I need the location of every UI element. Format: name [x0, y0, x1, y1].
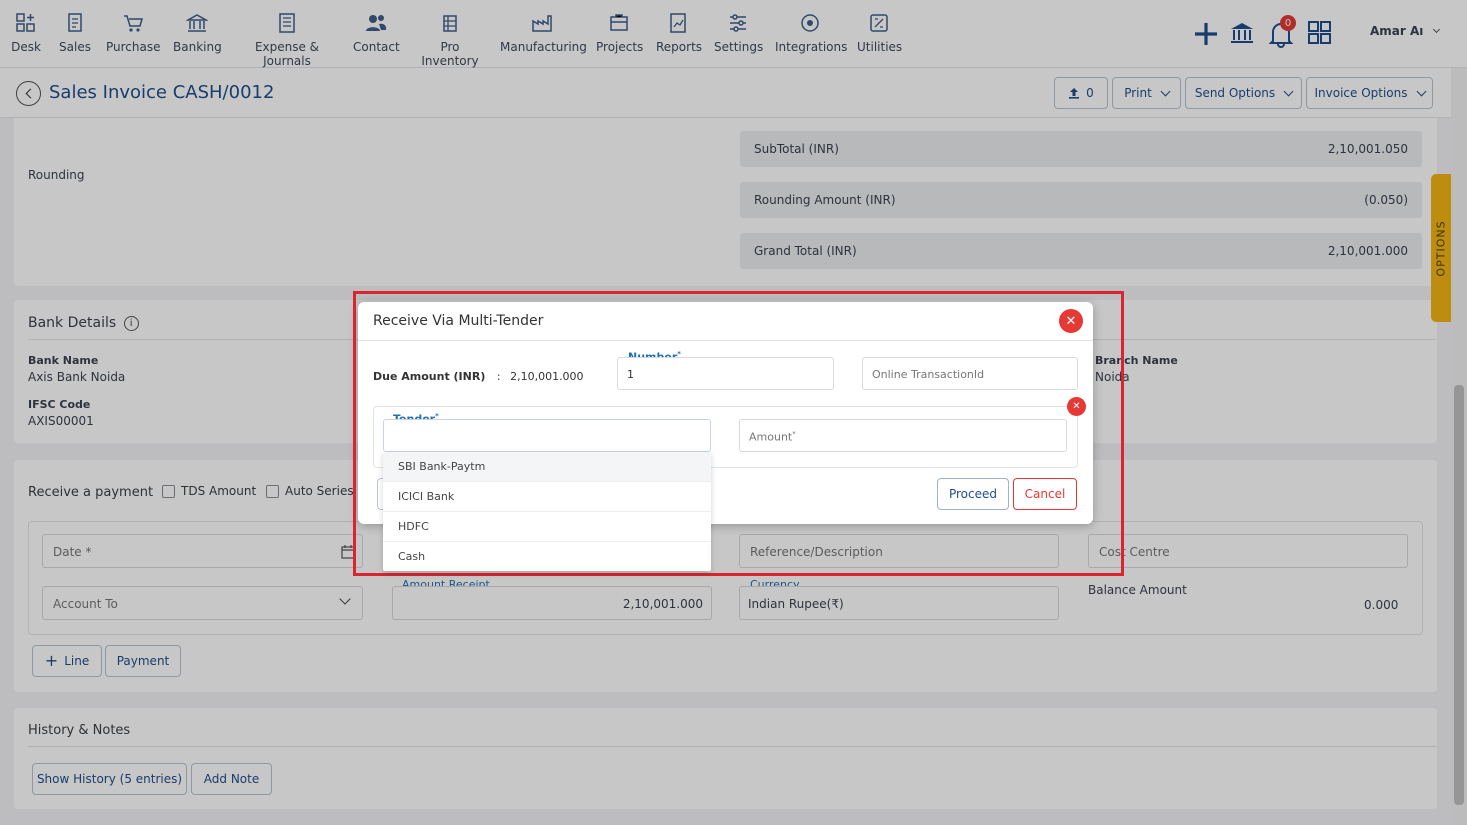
number-input[interactable]: 1: [617, 357, 834, 390]
due-amount-value: 2,10,001.000: [510, 370, 584, 383]
transaction-placeholder: Online TransactionId: [872, 368, 985, 381]
tender-select[interactable]: [383, 419, 711, 452]
proceed-button[interactable]: Proceed: [937, 478, 1009, 510]
remove-tender-button[interactable]: ✕: [1067, 397, 1086, 416]
number-value: 1: [627, 368, 634, 381]
due-amount-sep: :: [496, 370, 501, 383]
transaction-id-input[interactable]: Online TransactionId: [862, 357, 1078, 390]
tender-dropdown: SBI Bank-Paytm ICICI Bank HDFC Cash: [383, 452, 711, 571]
close-icon: ✕: [1072, 401, 1081, 412]
cancel-button[interactable]: Cancel: [1013, 478, 1077, 510]
close-icon: ✕: [1065, 313, 1077, 329]
divider: [358, 340, 1093, 341]
amount-input[interactable]: Amount*: [739, 419, 1067, 452]
amount-placeholder-text: Amount: [749, 430, 793, 444]
modal-title: Receive Via Multi-Tender: [373, 313, 544, 329]
tender-option[interactable]: HDFC: [383, 512, 711, 542]
due-amount-label: Due Amount (INR): [373, 370, 486, 383]
due-amount: Due Amount (INR) : 2,10,001.000: [373, 370, 584, 383]
cancel-label: Cancel: [1024, 487, 1066, 501]
modal-close-button[interactable]: ✕: [1059, 309, 1083, 333]
proceed-label: Proceed: [948, 487, 998, 501]
tender-option[interactable]: SBI Bank-Paytm: [383, 452, 711, 482]
amount-placeholder: Amount*: [749, 430, 796, 444]
tender-option[interactable]: Cash: [383, 542, 711, 572]
tender-option[interactable]: ICICI Bank: [383, 482, 711, 512]
